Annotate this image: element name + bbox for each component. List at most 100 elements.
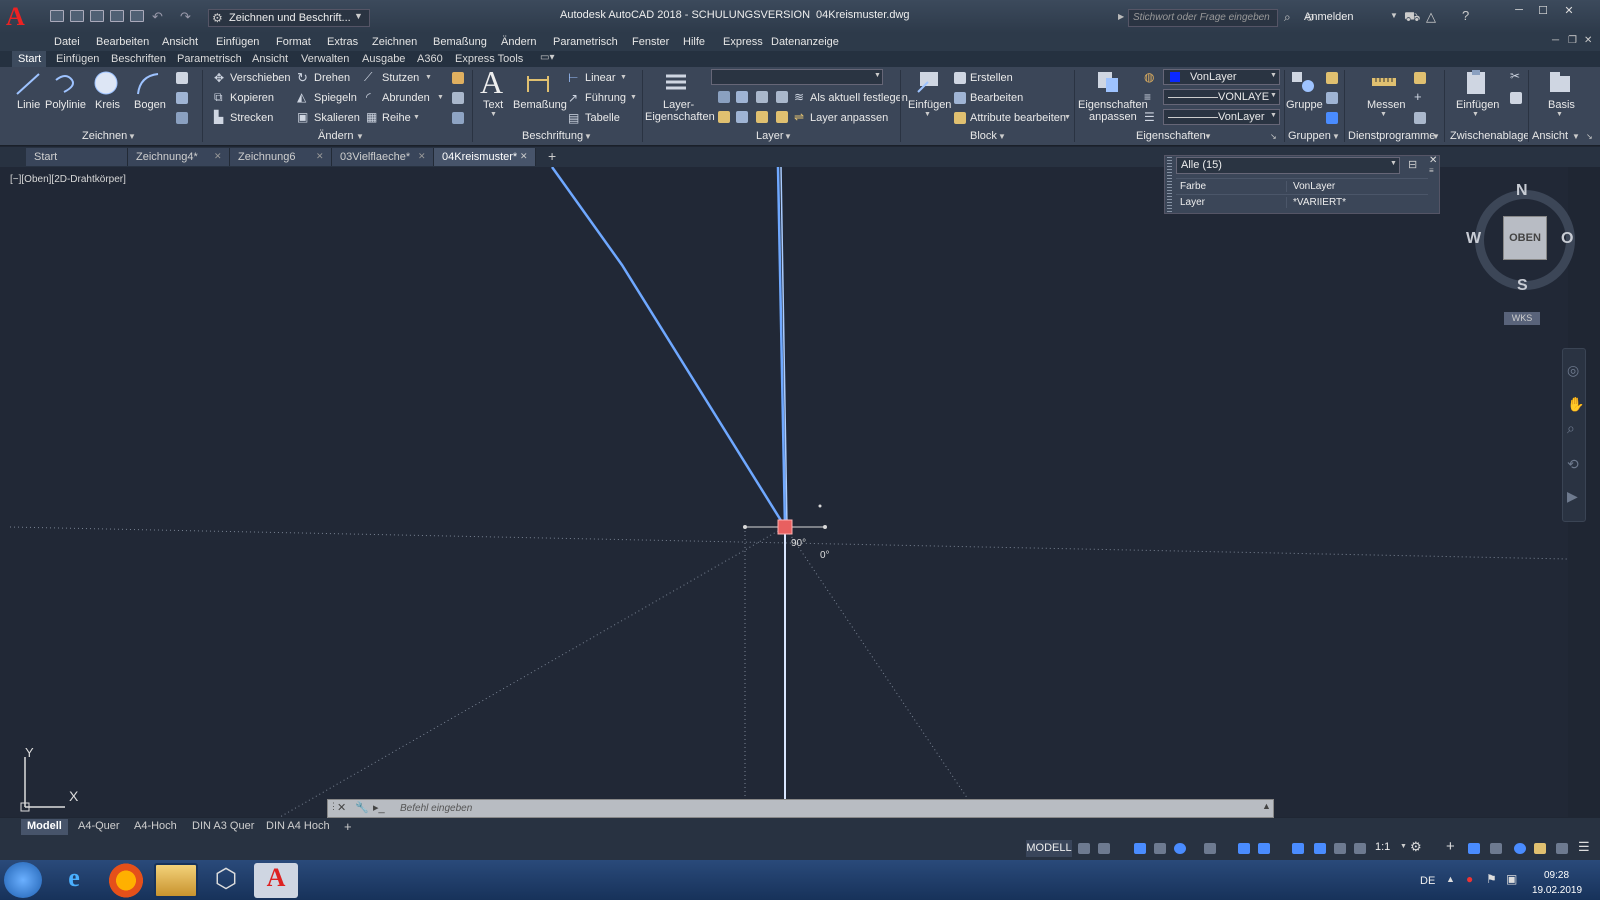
selection-filter-select[interactable]: Alle (15) [1176, 157, 1400, 174]
annotation-scale[interactable]: 1:1 [1375, 841, 1390, 853]
command-input[interactable]: Befehl eingeben [400, 803, 472, 814]
clean-screen-icon[interactable] [1556, 843, 1568, 854]
redo-icon[interactable]: ↷ [180, 9, 191, 25]
tray-network-icon[interactable]: ▣ [1506, 872, 1517, 886]
attribute-dropdown-icon[interactable]: ▼ [1064, 114, 1071, 121]
group-icon[interactable] [1288, 68, 1316, 96]
doc-tab-start[interactable]: Start [26, 148, 128, 166]
zwischenablage-einfuegen-label[interactable]: Einfügen [1456, 99, 1499, 111]
compass-south[interactable]: S [1517, 277, 1528, 295]
paste-icon[interactable] [1462, 68, 1490, 96]
doc-tab-close-icon[interactable]: ✕ [316, 151, 324, 162]
autocad-taskbar-icon[interactable]: A [254, 863, 298, 898]
text-icon[interactable]: A [480, 64, 503, 101]
menu-einfuegen[interactable]: Einfügen [216, 36, 259, 48]
scale-dropdown-icon[interactable]: ▼ [1400, 843, 1407, 850]
cut-icon[interactable]: ✂ [1510, 69, 1520, 83]
gruppe-label[interactable]: Gruppe [1286, 99, 1323, 111]
doc-restore-icon[interactable]: ❐ [1568, 35, 1577, 46]
arc-icon[interactable] [134, 70, 162, 98]
basis-dropdown-icon[interactable]: ▼ [1556, 111, 1563, 118]
layer-expand-icon[interactable]: ▼ [784, 132, 792, 141]
measure-icon[interactable] [1370, 70, 1398, 94]
dimension-icon[interactable] [524, 70, 552, 96]
abrunden-dropdown-icon[interactable]: ▼ [437, 94, 444, 101]
units-icon[interactable] [1468, 843, 1480, 854]
palette-close-icon[interactable]: ✕ [1429, 155, 1437, 166]
group-edit-icon[interactable] [1326, 92, 1338, 104]
doc-minimize-icon[interactable]: ─ [1552, 35, 1559, 46]
menu-bemassung[interactable]: Bemaßung [433, 36, 487, 48]
binoculars-icon[interactable]: ⌕ [1284, 10, 1291, 25]
block-einfuegen-dropdown-icon[interactable]: ▼ [924, 111, 931, 118]
property-row[interactable]: Layer *VARIIERT* [1176, 194, 1428, 210]
auto-scale-icon[interactable] [1354, 843, 1366, 854]
transparency-icon[interactable] [1292, 843, 1304, 854]
tray-expand-icon[interactable]: ▲ [1446, 874, 1455, 884]
annotation-monitor-icon[interactable]: + [1446, 838, 1455, 855]
palette-grip[interactable] [1167, 157, 1172, 212]
menu-format[interactable]: Format [276, 36, 311, 48]
kreis-label[interactable]: Kreis [95, 99, 120, 111]
autocad-logo-icon[interactable]: A [6, 4, 36, 30]
polar-icon[interactable] [1174, 843, 1186, 854]
skalieren-button[interactable]: Skalieren [314, 112, 360, 124]
property-value[interactable]: VonLayer [1286, 181, 1335, 192]
linear-dropdown-icon[interactable]: ▼ [620, 74, 627, 81]
menu-extras[interactable]: Extras [327, 36, 358, 48]
workspace-gear-icon[interactable]: ⚙ [1410, 839, 1422, 855]
messen-label[interactable]: Messen [1367, 99, 1406, 111]
attribute-bearbeiten-button[interactable]: Attribute bearbeiten [970, 112, 1066, 124]
chevron-down-icon[interactable]: ▼ [354, 11, 363, 21]
erstellen-button[interactable]: Erstellen [970, 72, 1013, 84]
dienst-expand-icon[interactable]: ▼ [1432, 132, 1440, 141]
spiegeln-button[interactable]: Spiegeln [314, 92, 357, 104]
reihe-dropdown-icon[interactable]: ▼ [413, 114, 420, 121]
basis-label[interactable]: Basis [1548, 99, 1575, 111]
clock-time[interactable]: 09:28 [1544, 870, 1569, 881]
layer-off-icon[interactable] [736, 91, 748, 103]
cmd-history-icon[interactable]: ▲ [1262, 801, 1271, 811]
isodraft-icon[interactable] [1204, 843, 1216, 854]
layer-anpassen-button[interactable]: Layer anpassen [810, 112, 888, 124]
annotation-visibility-icon[interactable] [1334, 843, 1346, 854]
eigenschaften-anpassen-label-1[interactable]: Eigenschaften [1078, 99, 1148, 111]
abrunden-button[interactable]: Abrunden [382, 92, 430, 104]
layer-state-icon[interactable] [718, 91, 730, 103]
drehen-button[interactable]: Drehen [314, 72, 350, 84]
file-explorer-icon[interactable] [154, 863, 198, 898]
pan-icon[interactable]: ✋ [1567, 396, 1584, 413]
layer-eigenschaften-label-2[interactable]: Eigenschaften [645, 111, 715, 123]
customization-icon[interactable]: ☰ [1578, 839, 1590, 855]
eigenschaften-launcher-icon[interactable]: ↘ [1270, 132, 1277, 141]
login-dropdown-icon[interactable]: ▼ [1390, 11, 1398, 20]
group-select-icon[interactable] [1326, 112, 1338, 124]
panel-title-zeichnen[interactable]: Zeichnen [82, 130, 127, 142]
layer-isolate-icon[interactable] [756, 91, 768, 103]
rectangle-icon[interactable] [176, 72, 188, 84]
panel-title-dienstprogramme[interactable]: Dienstprogramme [1348, 130, 1435, 142]
lineweight-dropdown-icon[interactable]: ▼ [1270, 112, 1277, 119]
tab-start[interactable]: Start [18, 53, 41, 65]
layer-match-small-icon[interactable] [776, 111, 788, 123]
layout-tab-modell[interactable]: Modell [21, 819, 68, 835]
input-language[interactable]: DE [1420, 875, 1435, 887]
layer-properties-icon[interactable] [662, 68, 690, 96]
panel-title-beschriftung[interactable]: Beschriftung [522, 130, 583, 142]
panel-title-gruppen[interactable]: Gruppen [1288, 130, 1331, 142]
menu-datenanzeige[interactable]: Datenanzeige [771, 36, 839, 48]
viewport-controls[interactable]: [−][Oben][2D-Drahtkörper] [10, 174, 126, 185]
point-id-icon[interactable]: + [1414, 89, 1422, 104]
zeichnen-expand-icon[interactable]: ▼ [128, 132, 136, 141]
offset-icon[interactable] [452, 112, 464, 124]
open-file-icon[interactable] [70, 10, 84, 22]
color-dropdown-icon[interactable]: ▼ [1270, 72, 1277, 79]
cmd-close-icon[interactable]: ✕ [337, 801, 346, 814]
quick-properties-icon[interactable] [1490, 843, 1502, 854]
3d-app-icon[interactable]: ⬡ [204, 863, 248, 898]
linear-button[interactable]: Linear [585, 72, 616, 84]
object-snap-tracking-icon[interactable] [1238, 843, 1250, 854]
new-layout-icon[interactable]: + [344, 819, 352, 834]
snap-icon[interactable] [1098, 843, 1110, 854]
workspace-select[interactable]: Zeichnen und Beschrift... [208, 9, 370, 27]
